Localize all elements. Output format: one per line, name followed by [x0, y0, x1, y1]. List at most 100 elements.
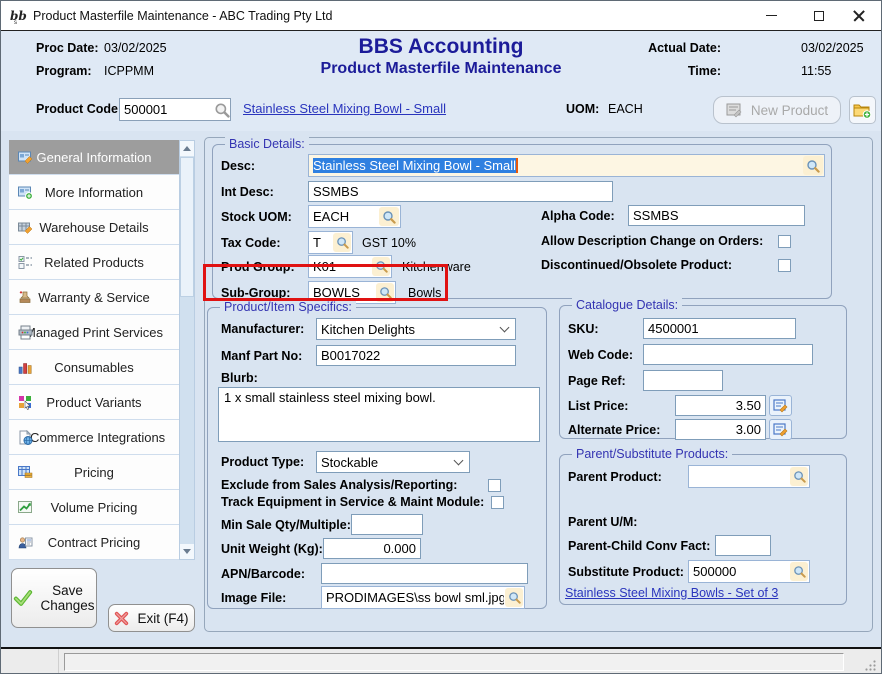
exclude-sales-checkbox[interactable]: [488, 479, 501, 492]
save-label-line2: Changes: [40, 598, 94, 613]
pricing-table-icon: [18, 465, 33, 480]
titlebar: bb s Product Masterfile Maintenance - AB…: [1, 1, 881, 31]
int-desc-input[interactable]: SSMBS: [308, 181, 613, 202]
variants-icon: [18, 395, 33, 410]
scroll-up-button[interactable]: [180, 141, 194, 156]
manf-part-value: B0017022: [321, 348, 380, 363]
blurb-textarea[interactable]: 1 x small stainless steel mixing bowl.: [218, 387, 540, 442]
stamp-icon: [18, 290, 33, 305]
sidebar-item-pricing[interactable]: Pricing: [9, 455, 179, 490]
open-product-button[interactable]: [849, 96, 876, 124]
bar-chart-icon: [18, 360, 33, 375]
image-file-search-button[interactable]: [505, 588, 523, 607]
time-label: Time:: [688, 64, 721, 78]
resize-grip-icon[interactable]: [864, 659, 877, 672]
manufacturer-dropdown[interactable]: Kitchen Delights: [316, 318, 516, 340]
desc-label: Desc:: [221, 159, 308, 173]
track-equipment-checkbox[interactable]: [491, 496, 504, 509]
parent-um-label: Parent U/M:: [568, 515, 637, 529]
sidebar-item-general-information[interactable]: General Information: [9, 140, 179, 175]
parent-product-field[interactable]: [688, 465, 810, 488]
product-type-dropdown[interactable]: Stockable: [316, 451, 470, 473]
blurb-value: 1 x small stainless steel mixing bowl.: [224, 390, 436, 405]
image-file-field[interactable]: PRODIMAGES\ss bowl sml.jpg: [321, 586, 525, 609]
parent-product-search-button[interactable]: [790, 467, 808, 486]
exit-label: Exit (F4): [137, 611, 188, 626]
sidebar-item-ecommerce-integrations[interactable]: eCommerce Integrations: [9, 420, 179, 455]
save-changes-button[interactable]: SaveChanges: [11, 568, 97, 628]
product-code-input[interactable]: 500001: [119, 98, 231, 121]
sidebar-item-consumables[interactable]: Consumables: [9, 350, 179, 385]
close-icon: [853, 10, 865, 22]
scroll-up-icon: [183, 146, 191, 151]
product-description-link[interactable]: Stainless Steel Mixing Bowl - Small: [243, 101, 446, 116]
unit-weight-label: Unit Weight (Kg):: [221, 542, 323, 556]
min-sale-qty-input[interactable]: [351, 514, 423, 535]
sidebar-scrollbar[interactable]: [179, 140, 195, 560]
track-equipment-label: Track Equipment in Service & Maint Modul…: [221, 495, 491, 509]
alternate-price-input[interactable]: 3.00: [675, 419, 766, 440]
statusbar-cell: [1, 649, 59, 674]
unit-weight-input[interactable]: 0.000: [323, 538, 421, 559]
sidebar-item-label: Consumables: [54, 360, 134, 375]
statusbar: [1, 649, 881, 674]
actual-date-label: Actual Date:: [648, 41, 721, 55]
substitute-product-link[interactable]: Stainless Steel Mixing Bowls - Set of 3: [565, 586, 778, 600]
exit-button[interactable]: Exit (F4): [108, 604, 195, 632]
sidebar-item-warehouse-details[interactable]: Warehouse Details: [9, 210, 179, 245]
web-code-input[interactable]: [643, 344, 813, 365]
maximize-icon: [814, 11, 824, 21]
parent-substitute-group: Parent/Substitute Products: Parent Produ…: [559, 454, 847, 605]
blurb-label: Blurb:: [221, 371, 258, 385]
stock-uom-search-button[interactable]: [379, 207, 399, 226]
specifics-legend: Product/Item Specifics:: [220, 300, 356, 314]
sidebar-item-contract-pricing[interactable]: Contract Pricing: [9, 525, 179, 560]
printer-icon: [18, 325, 33, 340]
maximize-button[interactable]: [803, 1, 835, 30]
scroll-down-button[interactable]: [180, 544, 194, 559]
allow-desc-change-checkbox[interactable]: [778, 235, 791, 248]
substitute-product-search-button[interactable]: [790, 562, 808, 581]
discontinued-checkbox[interactable]: [778, 259, 791, 272]
edit-price-icon: [773, 398, 788, 413]
search-icon[interactable]: [214, 102, 230, 118]
sidebar-item-more-information[interactable]: More Information: [9, 175, 179, 210]
related-list-icon: [18, 255, 33, 270]
minimize-button[interactable]: [755, 1, 787, 30]
sku-input[interactable]: 4500001: [643, 318, 796, 339]
sidebar-item-warranty-service[interactable]: Warranty & Service: [9, 280, 179, 315]
alternate-price-edit-button[interactable]: [769, 419, 792, 440]
apn-input[interactable]: [321, 563, 528, 584]
warehouse-pencil-icon: [18, 220, 33, 235]
manf-part-input[interactable]: B0017022: [316, 345, 516, 366]
alpha-code-input[interactable]: SSMBS: [628, 205, 805, 226]
conv-fact-input[interactable]: [715, 535, 771, 556]
list-price-input[interactable]: 3.50: [675, 395, 766, 416]
desc-field[interactable]: Stainless Steel Mixing Bowl - Small: [308, 154, 825, 177]
parent-substitute-legend: Parent/Substitute Products:: [572, 447, 732, 461]
close-button[interactable]: [843, 1, 875, 30]
sidebar-item-related-products[interactable]: Related Products: [9, 245, 179, 280]
page-ref-input[interactable]: [643, 370, 723, 391]
basic-details-legend: Basic Details:: [225, 137, 309, 151]
sidebar-item-product-variants[interactable]: Product Variants: [9, 385, 179, 420]
scrollbar-thumb[interactable]: [180, 157, 194, 297]
desc-search-button[interactable]: [803, 156, 823, 175]
statusbar-message-panel: [64, 653, 844, 671]
alternate-price-label: Alternate Price:: [568, 423, 675, 437]
search-icon: [793, 470, 806, 483]
screen-title: Product Masterfile Maintenance: [1, 60, 881, 78]
list-price-edit-button[interactable]: [769, 395, 792, 416]
time-value: 11:55: [801, 64, 831, 78]
search-icon: [793, 565, 806, 578]
substitute-product-field[interactable]: 500000: [688, 560, 810, 583]
product-code-label: Product Code:: [36, 102, 122, 116]
sidebar-item-managed-print-services[interactable]: Managed Print Services: [9, 315, 179, 350]
sidebar-item-volume-pricing[interactable]: Volume Pricing: [9, 490, 179, 525]
chevron-down-icon: [454, 456, 464, 466]
new-product-button[interactable]: New Product: [713, 96, 841, 124]
stock-uom-field[interactable]: EACH: [308, 205, 401, 228]
tax-code-search-button[interactable]: [333, 233, 351, 252]
list-price-value: 3.50: [736, 398, 761, 413]
tax-code-field[interactable]: T: [308, 231, 353, 254]
